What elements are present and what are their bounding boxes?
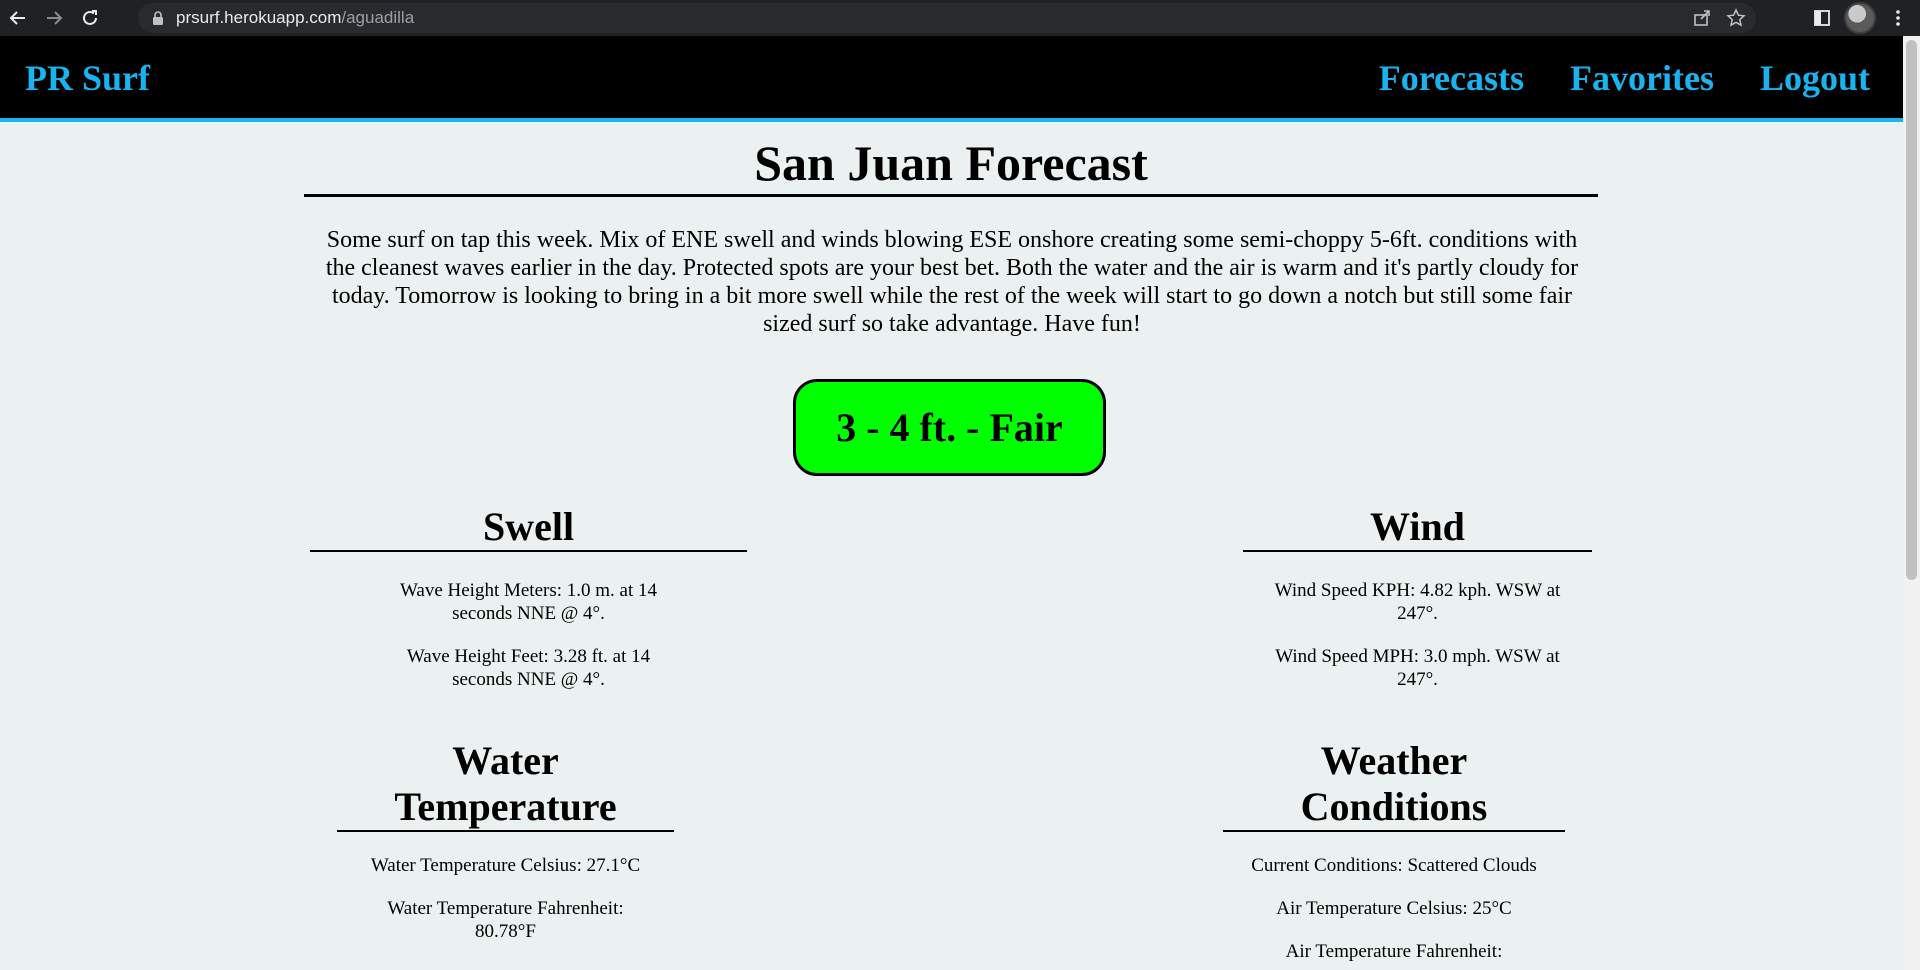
- wind-section: Wind Wind Speed KPH: 4.82 kph. WSW at 24…: [1243, 504, 1592, 691]
- share-icon[interactable]: [1692, 8, 1712, 28]
- weather-conditions-section: Weather Conditions Current Conditions: S…: [1223, 738, 1565, 963]
- back-arrow-icon: [9, 11, 25, 25]
- swell-meters: Wave Height Meters: 1.0 m. at 14 seconds…: [399, 580, 658, 624]
- nav-favorites-link[interactable]: Favorites: [1570, 57, 1714, 99]
- nav-links: Forecasts Favorites Logout: [1379, 57, 1870, 99]
- swell-feet: Wave Height Feet: 3.28 ft. at 14 seconds…: [406, 646, 651, 690]
- kebab-menu-icon[interactable]: [1888, 8, 1908, 28]
- site-navbar: PR Surf Forecasts Favorites Logout: [0, 36, 1903, 122]
- wind-heading: Wind: [1243, 504, 1592, 552]
- address-bar[interactable]: prsurf.herokuapp.com/aguadilla: [138, 3, 1756, 33]
- brand-logo-link[interactable]: PR Surf: [25, 57, 150, 99]
- reload-button[interactable]: [72, 0, 108, 36]
- reload-icon: [83, 10, 97, 25]
- browser-toolbar: prsurf.herokuapp.com/aguadilla: [0, 0, 1920, 36]
- water-temperature-section: Water Temperature Water Temperature Cels…: [337, 738, 674, 943]
- surf-rating-badge: 3 - 4 ft. - Fair: [793, 379, 1106, 476]
- wind-kph: Wind Speed KPH: 4.82 kph. WSW at 247°.: [1274, 580, 1561, 624]
- url-text: prsurf.herokuapp.com/aguadilla: [176, 8, 414, 28]
- url-host: prsurf.herokuapp.com: [176, 8, 342, 27]
- swell-heading: Swell: [310, 504, 747, 552]
- lock-icon: [153, 11, 163, 25]
- air-temp-celsius: Air Temperature Celsius: 25°C: [1276, 898, 1512, 919]
- page-title: San Juan Forecast: [304, 134, 1598, 197]
- weather-conditions-heading: Weather Conditions: [1223, 738, 1565, 832]
- air-temp-fahrenheit: Air Temperature Fahrenheit:: [1285, 941, 1503, 962]
- forecast-summary: Some surf on tap this week. Mix of ENE s…: [325, 227, 1579, 337]
- forward-button[interactable]: [36, 0, 72, 36]
- side-panel-icon[interactable]: [1812, 8, 1832, 28]
- url-path: /aguadilla: [341, 8, 415, 27]
- profile-avatar[interactable]: [1844, 2, 1876, 34]
- page-scrollbar[interactable]: [1903, 36, 1920, 970]
- bookmark-star-icon[interactable]: [1726, 8, 1746, 28]
- back-button[interactable]: [0, 0, 36, 36]
- nav-forecasts-link[interactable]: Forecasts: [1379, 57, 1524, 99]
- swell-section: Swell Wave Height Meters: 1.0 m. at 14 s…: [310, 504, 747, 691]
- water-temperature-heading: Water Temperature: [337, 738, 674, 832]
- nav-logout-link[interactable]: Logout: [1760, 57, 1870, 99]
- forward-arrow-icon: [47, 11, 63, 25]
- current-conditions: Current Conditions: Scattered Clouds: [1251, 855, 1537, 876]
- scrollbar-thumb[interactable]: [1906, 40, 1917, 580]
- wind-mph: Wind Speed MPH: 3.0 mph. WSW at 247°.: [1275, 646, 1560, 690]
- water-temp-fahrenheit: Water Temperature Fahrenheit: 80.78°F: [387, 898, 624, 942]
- water-temp-celsius: Water Temperature Celsius: 27.1°C: [370, 855, 641, 876]
